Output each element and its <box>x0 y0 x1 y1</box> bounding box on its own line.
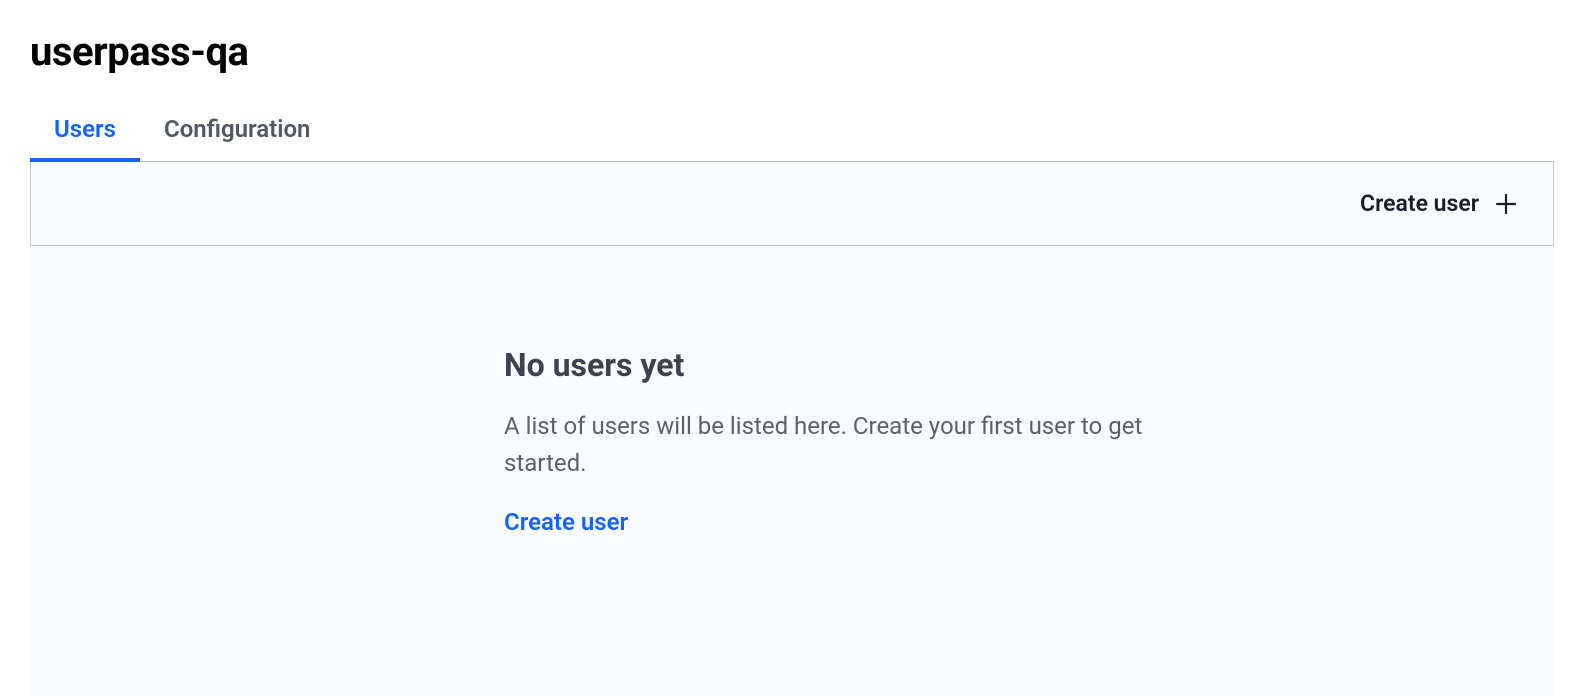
empty-state-heading: No users yet <box>504 346 1144 384</box>
create-user-button[interactable]: Create user <box>1360 190 1517 217</box>
tabs: Users Configuration <box>30 115 1554 162</box>
page-title: userpass-qa <box>30 28 1554 75</box>
tab-configuration[interactable]: Configuration <box>164 115 310 161</box>
toolbar: Create user <box>30 162 1554 246</box>
empty-area: No users yet A list of users will be lis… <box>30 246 1554 696</box>
empty-state-description: A list of users will be listed here. Cre… <box>504 408 1144 482</box>
plus-icon <box>1495 193 1517 215</box>
create-user-link[interactable]: Create user <box>504 508 628 536</box>
tab-users[interactable]: Users <box>54 115 116 161</box>
empty-state: No users yet A list of users will be lis… <box>504 346 1144 536</box>
create-user-label: Create user <box>1360 190 1479 217</box>
